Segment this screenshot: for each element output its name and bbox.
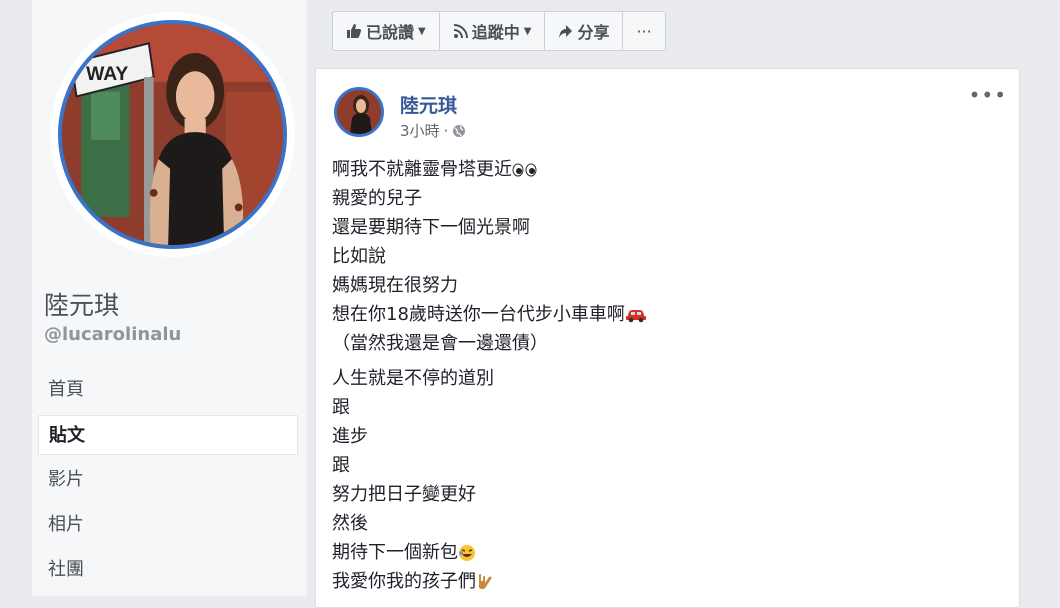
rss-icon (453, 23, 468, 38)
post-line: 人生就是不停的道別 (332, 368, 494, 389)
meta-separator: · (443, 121, 449, 140)
eyes-emoji-icon (512, 163, 537, 177)
share-arrow-icon (559, 24, 573, 38)
post-card: 陸元琪 3小時 · ••• 啊我不就離靈骨塔更近 親愛的兒子 還是要期待下一個光… (315, 68, 1020, 608)
post-author-avatar[interactable] (334, 87, 384, 137)
following-button[interactable]: 追蹤中 ▼ (440, 12, 546, 50)
post-line: 啊我不就離靈骨塔更近 (332, 155, 992, 184)
post-line: 期待下一個新包 (332, 538, 992, 567)
post-line: 想在你18歲時送你一台代步小車車啊 (332, 300, 992, 329)
post-author-name[interactable]: 陸元琪 (400, 91, 457, 118)
share-button[interactable]: 分享 (545, 12, 624, 50)
post-meta: 3小時 · (400, 120, 466, 141)
post-line: 跟 (332, 455, 350, 476)
nav-item-label: 首頁 (48, 379, 84, 400)
post-line: 比如說 (332, 246, 386, 267)
chevron-down-icon: ▼ (418, 25, 426, 37)
liked-button[interactable]: 已說讚 ▼ (333, 12, 440, 50)
post-line: 進步 (332, 426, 368, 447)
post-options-button[interactable]: ••• (969, 83, 1007, 107)
post-line: 跟 (332, 397, 350, 418)
more-options-button[interactable]: ··· (623, 12, 664, 50)
profile-photo: WAY (58, 20, 287, 249)
post-line: 然後 (332, 513, 368, 534)
post-body: 啊我不就離靈骨塔更近 親愛的兒子 還是要期待下一個光景啊 比如說 媽媽現在很努力… (332, 155, 992, 596)
more-label: ··· (636, 21, 652, 41)
thumbs-up-icon (347, 24, 361, 38)
laughing-emoji-icon (459, 545, 475, 561)
chevron-down-icon: ▼ (523, 25, 532, 37)
nav-item-videos[interactable]: 影片 (38, 460, 298, 500)
post-line: （當然我還是會一邊還債） (332, 333, 548, 354)
post-line: 媽媽現在很努力 (332, 275, 458, 296)
post-author-photo (337, 90, 381, 134)
way-sign-text: WAY (86, 64, 128, 85)
love-you-hand-icon (478, 574, 492, 590)
share-label: 分享 (577, 23, 610, 42)
nav-item-photos[interactable]: 相片 (38, 505, 298, 545)
post-time[interactable]: 3小時 (400, 120, 440, 141)
nav-item-groups[interactable]: 社團 (38, 550, 298, 590)
following-label: 追蹤中 (471, 23, 520, 42)
nav-item-label: 社團 (48, 559, 84, 580)
profile-name[interactable]: 陸元琪 (44, 286, 119, 322)
nav-item-label: 影片 (48, 469, 84, 490)
nav-item-label: 相片 (48, 514, 84, 535)
nav-item-label: 貼文 (49, 425, 85, 446)
nav-item-home[interactable]: 首頁 (38, 370, 298, 410)
post-line: 努力把日子變更好 (332, 484, 476, 505)
post-line: 還是要期待下一個光景啊 (332, 217, 530, 238)
page-action-toolbar: 已說讚 ▼ 追蹤中 ▼ 分享 ··· (332, 11, 666, 51)
nav-item-posts[interactable]: 貼文 (38, 415, 298, 455)
profile-photo-image: WAY (62, 24, 283, 245)
globe-icon[interactable] (452, 124, 466, 138)
profile-handle[interactable]: @lucarolinalu (44, 324, 181, 345)
post-line: 親愛的兒子 (332, 188, 422, 209)
profile-avatar[interactable]: WAY (50, 12, 295, 257)
car-emoji-icon (625, 310, 646, 323)
post-line: 我愛你我的孩子們 (332, 567, 992, 596)
liked-label: 已說讚 (366, 23, 415, 42)
